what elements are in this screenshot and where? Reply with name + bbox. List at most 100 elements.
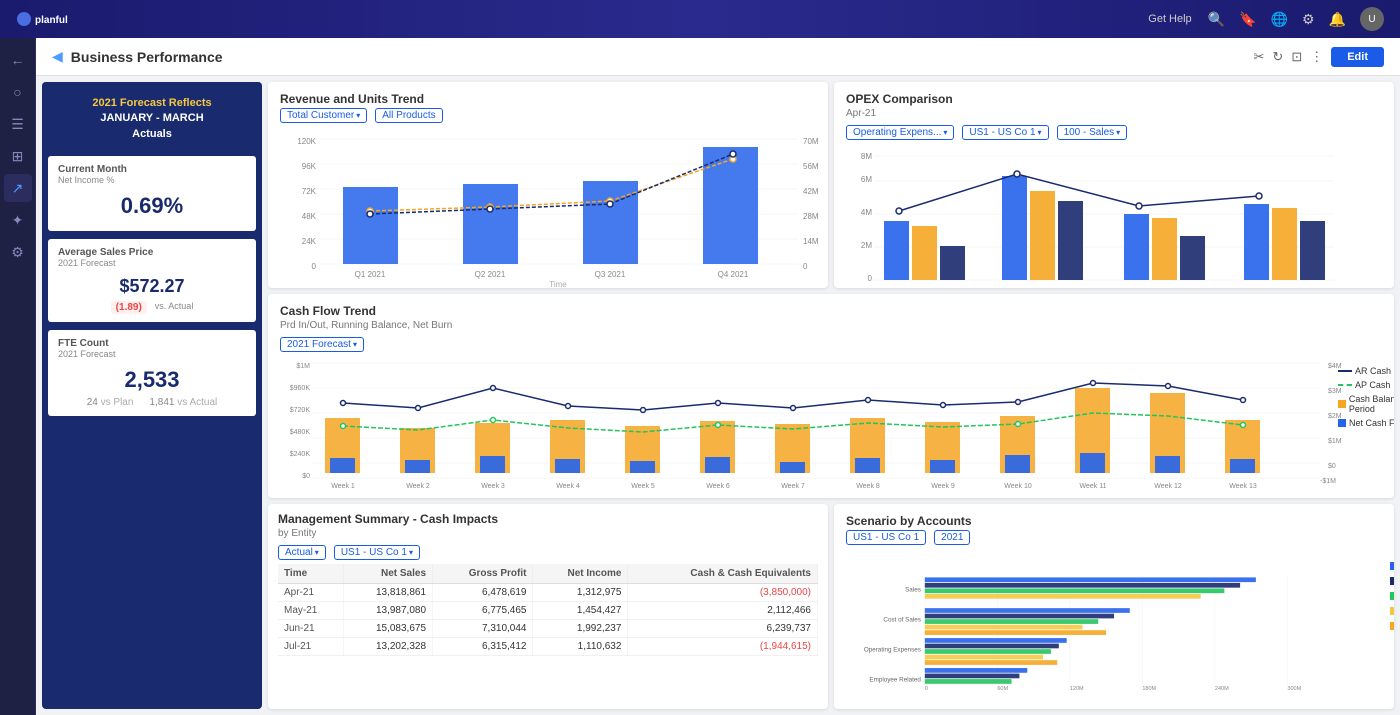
svg-text:Employee Related: Employee Related [869, 676, 921, 683]
fte-vs-actual: 1,841 vs Actual [149, 397, 217, 408]
svg-text:$960K: $960K [290, 385, 311, 392]
svg-text:$240K: $240K [290, 451, 311, 458]
svg-text:Week 4: Week 4 [556, 483, 580, 490]
svg-text:planful: planful [35, 15, 68, 26]
sidebar-icon-grid[interactable]: ⊞ [4, 142, 32, 170]
svg-text:$0: $0 [302, 473, 310, 480]
sidebar-icon-back[interactable]: ← [4, 46, 32, 74]
svg-text:Q2 2021: Q2 2021 [475, 270, 506, 279]
avg-sales-vs: vs. Actual [155, 301, 194, 314]
svg-text:24K: 24K [302, 237, 317, 246]
scenario-svg: Sales Cost of Sales Operating Expenses E… [846, 551, 1382, 710]
refresh-icon[interactable]: ↻ [1272, 49, 1283, 65]
opex-chart-panel: OPEX Comparison Apr-21 Operating Expens.… [834, 82, 1394, 288]
fte-label: FTE Count [58, 338, 246, 349]
expand-icon[interactable]: ⊡ [1291, 49, 1302, 65]
opex-filter2[interactable]: US1 - US Co 1 [962, 125, 1048, 140]
scenario-filter1[interactable]: US1 - US Co 1 [846, 530, 926, 545]
edit-button[interactable]: Edit [1331, 47, 1384, 67]
sidebar-icon-person[interactable]: ✦ [4, 206, 32, 234]
legend-actual: Actual [1390, 561, 1394, 571]
cashflow-filter[interactable]: 2021 Forecast [280, 337, 364, 352]
avg-sales-card: Average Sales Price 2021 Forecast $572.2… [48, 239, 256, 322]
mgmt-filter1[interactable]: Actual [278, 545, 326, 560]
svg-text:14M: 14M [803, 237, 819, 246]
cashflow-chart-panel: Cash Flow Trend Prd In/Out, Running Bala… [268, 294, 1394, 498]
sidebar-icon-settings[interactable]: ⚙ [4, 238, 32, 266]
svg-text:$1M: $1M [296, 363, 310, 370]
col-cash: Cash & Cash Equivalents [628, 564, 818, 584]
table-row: Jun-21 15,083,675 7,310,044 1,992,237 6,… [278, 619, 818, 637]
mgmt-table: Time Net Sales Gross Profit Net Income C… [278, 564, 818, 656]
bell-icon[interactable]: 🔔 [1329, 11, 1346, 28]
forecast-sub2: Actuals [52, 127, 252, 142]
cashflow-subtitle: Prd In/Out, Running Balance, Net Burn [280, 320, 1382, 331]
col-net-sales: Net Sales [343, 564, 432, 584]
avg-sales-label: Average Sales Price [58, 247, 246, 258]
opex-svg: 0 2M 4M 6M 8M [846, 146, 1382, 288]
svg-text:8M: 8M [861, 152, 872, 161]
revenue-filter-products[interactable]: All Products [375, 108, 442, 123]
cashflow-svg: $1M $960K $720K $480K $240K $0 $4M $3M $… [280, 358, 1330, 488]
page-header: ◀ Business Performance ✂ ↻ ⊡ ⋮ Edit [36, 38, 1400, 76]
svg-text:Cost of Sales: Cost of Sales [883, 616, 920, 623]
cut-icon[interactable]: ✂ [1254, 49, 1265, 65]
settings-icon[interactable]: ⚙ [1302, 11, 1315, 28]
mgmt-filter2[interactable]: US1 - US Co 1 [334, 545, 420, 560]
search-icon[interactable]: 🔍 [1208, 11, 1225, 28]
svg-text:60M: 60M [997, 686, 1008, 692]
mgmt-summary-panel: Management Summary - Cash Impacts by Ent… [268, 504, 828, 710]
current-month-sublabel: Net Income % [58, 175, 246, 185]
mgmt-table-wrapper[interactable]: Time Net Sales Gross Profit Net Income C… [278, 564, 818, 656]
sidebar-icon-analytics[interactable]: ↗ [4, 174, 32, 202]
opex-chart-title: OPEX Comparison [846, 92, 1382, 106]
sidebar-icon-menu[interactable]: ☰ [4, 110, 32, 138]
col-gross-profit: Gross Profit [433, 564, 533, 584]
svg-text:Q4 2021: Q4 2021 [1257, 287, 1288, 288]
opex-filter1[interactable]: Operating Expens... [846, 125, 954, 140]
svg-text:-$1M: -$1M [1320, 478, 1336, 485]
svg-text:Q3 2021: Q3 2021 [1137, 287, 1168, 288]
opex-filters: Operating Expens... US1 - US Co 1 100 - … [846, 125, 1382, 140]
svg-text:Week 1: Week 1 [331, 483, 355, 490]
more-icon[interactable]: ⋮ [1310, 49, 1323, 65]
svg-text:Week 10: Week 10 [1004, 483, 1032, 490]
legend-2021aop: 2021 AOP [1390, 576, 1394, 586]
svg-text:120M: 120M [1070, 686, 1084, 692]
user-avatar[interactable]: U [1360, 7, 1384, 31]
legend-lrp: LRP [1390, 591, 1394, 601]
svg-text:0: 0 [312, 262, 317, 271]
current-month-label: Current Month [58, 164, 246, 175]
svg-text:Week 12: Week 12 [1154, 483, 1182, 490]
svg-text:0: 0 [925, 686, 928, 692]
legend-ar-cash: AR Cash [1338, 366, 1394, 376]
cashflow-filters: 2021 Forecast [280, 337, 1382, 352]
svg-text:$1M: $1M [1328, 438, 1342, 445]
revenue-svg: 0 24K 48K 72K 96K 120K 0 14M 28M 42M 56M… [280, 129, 816, 279]
svg-text:Week 6: Week 6 [706, 483, 730, 490]
current-month-card: Current Month Net Income % 0.69% [48, 156, 256, 231]
svg-text:96K: 96K [302, 162, 317, 171]
opex-filter3[interactable]: 100 - Sales [1057, 125, 1128, 140]
avg-sales-comparison: (1.89) vs. Actual [58, 301, 246, 314]
bookmark-icon[interactable]: 🔖 [1239, 11, 1256, 28]
revenue-chart-panel: Revenue and Units Trend Total Customer A… [268, 82, 828, 288]
legend-whatif: What-If [1390, 606, 1394, 616]
current-month-value: 0.69% [58, 189, 246, 223]
svg-text:Q3 2021: Q3 2021 [595, 270, 626, 279]
get-help-text[interactable]: Get Help [1148, 13, 1191, 25]
svg-text:240M: 240M [1215, 686, 1229, 692]
revenue-filters: Total Customer All Products [280, 108, 816, 123]
scenario-filter2[interactable]: 2021 [934, 530, 970, 545]
globe-icon[interactable]: 🌐 [1271, 11, 1288, 28]
svg-text:0: 0 [868, 274, 873, 283]
legend-net-cash: Net Cash Flow [1338, 418, 1394, 428]
svg-text:Week 3: Week 3 [481, 483, 505, 490]
forecast-header: 2021 Forecast Reflects JANUARY - MARCH A… [42, 82, 262, 152]
back-button[interactable]: ◀ [52, 48, 63, 65]
avg-sales-sublabel: 2021 Forecast [58, 258, 246, 268]
revenue-filter-customer[interactable]: Total Customer [280, 108, 367, 123]
sidebar-icon-home[interactable]: ○ [4, 78, 32, 106]
fte-value: 2,533 [58, 363, 246, 397]
svg-text:180M: 180M [1142, 686, 1156, 692]
